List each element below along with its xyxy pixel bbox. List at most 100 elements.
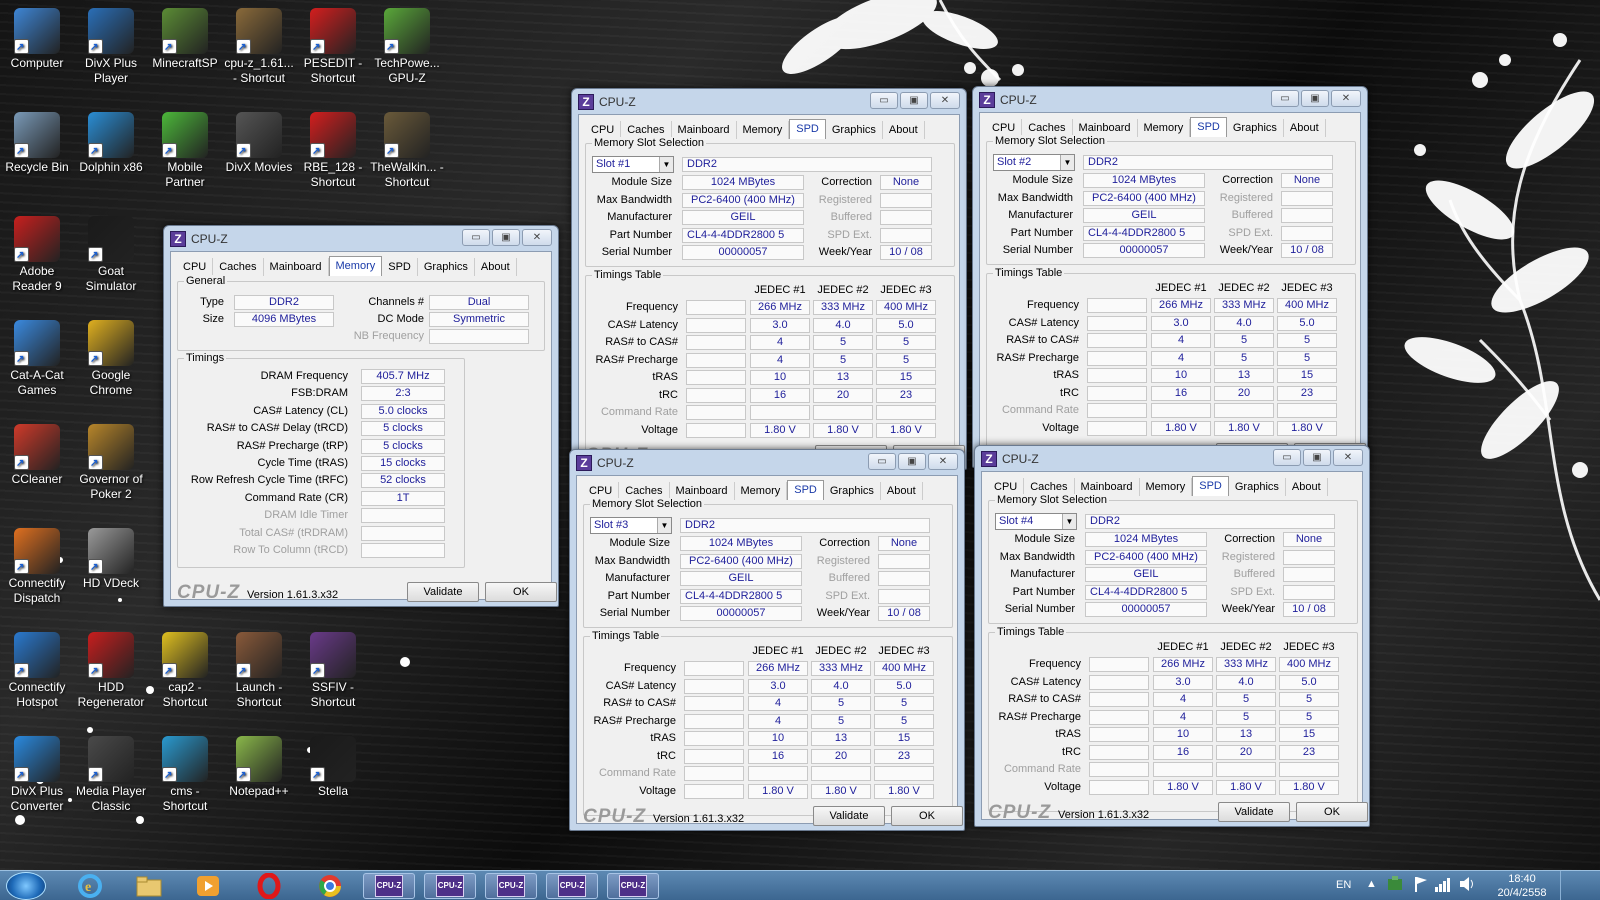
desktop-icon[interactable]: ↗ PESEDIT - Shortcut: [296, 6, 370, 86]
desktop-icon[interactable]: ↗ TechPowe... GPU-Z: [370, 6, 444, 86]
maximize-button[interactable]: ▣: [1301, 90, 1329, 107]
title-bar[interactable]: Z CPU-Z ▭ ▣ ✕: [981, 446, 1363, 471]
explorer-icon[interactable]: [123, 873, 175, 899]
show-hidden-icons[interactable]: ▲: [1366, 878, 1377, 890]
show-desktop-button[interactable]: [1560, 871, 1600, 900]
minimize-button[interactable]: ▭: [868, 453, 896, 470]
tab-graphics[interactable]: Graphics: [1229, 478, 1286, 496]
network-app-tray-icon[interactable]: [1386, 875, 1404, 896]
desktop-icon[interactable]: ↗ MinecraftSP: [148, 6, 222, 71]
desktop-icon[interactable]: ↗ TheWalkin... - Shortcut: [370, 110, 444, 190]
desktop-icon[interactable]: ↗ CCleaner: [0, 422, 74, 487]
desktop-icon[interactable]: ↗ Media Player Classic: [74, 734, 148, 814]
close-button[interactable]: ✕: [1333, 449, 1363, 466]
chevron-down-icon[interactable]: ▼: [657, 518, 671, 533]
tab-spd[interactable]: SPD: [382, 258, 418, 276]
ok-button[interactable]: OK: [891, 806, 963, 826]
desktop-icon[interactable]: ↗ Adobe Reader 9: [0, 214, 74, 294]
close-button[interactable]: ✕: [522, 229, 552, 246]
tab-spd[interactable]: SPD: [1190, 117, 1227, 137]
ok-button[interactable]: OK: [485, 582, 557, 602]
chevron-down-icon[interactable]: ▼: [1060, 155, 1074, 170]
tab-memory[interactable]: Memory: [1138, 119, 1191, 137]
desktop-icon[interactable]: ↗ Launch - Shortcut: [222, 630, 296, 710]
maximize-button[interactable]: ▣: [492, 229, 520, 246]
tab-about[interactable]: About: [881, 482, 923, 500]
minimize-button[interactable]: ▭: [870, 92, 898, 109]
minimize-button[interactable]: ▭: [462, 229, 490, 246]
network-icon[interactable]: [1434, 875, 1452, 896]
close-button[interactable]: ✕: [930, 92, 960, 109]
validate-button[interactable]: Validate: [1218, 802, 1290, 822]
desktop-icon[interactable]: ↗ DivX Plus Converter: [0, 734, 74, 814]
cpuz-spd-window[interactable]: Z CPU-Z ▭ ▣ ✕ CPU Caches Mainboard Memory SPD Grap…: [571, 88, 967, 470]
desktop-icon[interactable]: ↗ HDD Regenerator: [74, 630, 148, 710]
validate-button[interactable]: Validate: [407, 582, 479, 602]
tab-caches[interactable]: Caches: [213, 258, 264, 276]
desktop-icon[interactable]: ↗ Connectify Dispatch: [0, 526, 74, 606]
tab-about[interactable]: About: [883, 121, 925, 139]
tab-graphics[interactable]: Graphics: [1227, 119, 1284, 137]
taskbar-cpuz-button[interactable]: CPU-Z: [485, 873, 537, 899]
desktop-icon[interactable]: ↗ Stella: [296, 734, 370, 799]
close-button[interactable]: ✕: [1331, 90, 1361, 107]
tab-mainboard[interactable]: Mainboard: [264, 258, 329, 276]
slot-select[interactable]: Slot #4 ▼: [995, 513, 1077, 530]
tab-about[interactable]: About: [1284, 119, 1326, 137]
tab-memory[interactable]: Memory: [735, 482, 788, 500]
tab-graphics[interactable]: Graphics: [418, 258, 475, 276]
cpuz-memory-window[interactable]: Z CPU-Z ▭ ▣ ✕ CPU Caches Mainboard Memory SP…: [163, 225, 559, 607]
minimize-button[interactable]: ▭: [1271, 90, 1299, 107]
desktop-icon[interactable]: ↗ RBE_128 - Shortcut: [296, 110, 370, 190]
desktop-icon[interactable]: ↗ Goat Simulator: [74, 214, 148, 294]
title-bar[interactable]: Z CPU-Z ▭ ▣ ✕: [576, 450, 958, 475]
title-bar[interactable]: Z CPU-Z ▭ ▣ ✕: [979, 87, 1361, 112]
cpuz-spd-window[interactable]: Z CPU-Z ▭ ▣ ✕ CPU Caches Mainboard Memory SPD Grap…: [569, 449, 965, 831]
tab-spd[interactable]: SPD: [787, 480, 824, 500]
tab-cpu[interactable]: CPU: [177, 258, 214, 276]
close-button[interactable]: ✕: [928, 453, 958, 470]
action-center-icon[interactable]: [1412, 875, 1428, 896]
chrome-icon[interactable]: [304, 873, 356, 899]
minimize-button[interactable]: ▭: [1273, 449, 1301, 466]
maximize-button[interactable]: ▣: [1303, 449, 1331, 466]
desktop-icon[interactable]: ↗ cap2 - Shortcut: [148, 630, 222, 710]
start-button[interactable]: [6, 872, 46, 900]
desktop-icon[interactable]: ↗ DivX Plus Player: [74, 6, 148, 86]
validate-button[interactable]: Validate: [813, 806, 885, 826]
tab-memory[interactable]: Memory: [1140, 478, 1193, 496]
media-player-icon[interactable]: [182, 873, 234, 899]
desktop-icon[interactable]: ↗ Connectify Hotspot: [0, 630, 74, 710]
taskbar-cpuz-button[interactable]: CPU-Z: [363, 873, 415, 899]
tab-about[interactable]: About: [475, 258, 517, 276]
desktop-icon[interactable]: ↗ Notepad++: [222, 734, 296, 799]
ie-icon[interactable]: e: [64, 873, 116, 899]
taskbar-cpuz-button[interactable]: CPU-Z: [546, 873, 598, 899]
tab-graphics[interactable]: Graphics: [826, 121, 883, 139]
tab-spd[interactable]: SPD: [1192, 476, 1229, 496]
tab-graphics[interactable]: Graphics: [824, 482, 881, 500]
desktop-icon[interactable]: ↗ Google Chrome: [74, 318, 148, 398]
desktop-icon[interactable]: ↗ Mobile Partner: [148, 110, 222, 190]
tab-about[interactable]: About: [1286, 478, 1328, 496]
title-bar[interactable]: Z CPU-Z ▭ ▣ ✕: [170, 226, 552, 251]
desktop-icon[interactable]: ↗ cpu-z_1.61... - Shortcut: [222, 6, 296, 86]
opera-icon[interactable]: [243, 873, 295, 899]
taskbar-cpuz-button[interactable]: CPU-Z: [424, 873, 476, 899]
maximize-button[interactable]: ▣: [898, 453, 926, 470]
desktop-icon[interactable]: ↗ HD VDeck: [74, 526, 148, 591]
desktop-icon[interactable]: ↗ SSFIV - Shortcut: [296, 630, 370, 710]
desktop-icon[interactable]: ↗ Computer: [0, 6, 74, 71]
slot-select[interactable]: Slot #1 ▼: [592, 156, 674, 173]
ok-button[interactable]: OK: [1296, 802, 1368, 822]
cpuz-spd-window[interactable]: Z CPU-Z ▭ ▣ ✕ CPU Caches Mainboard Memory SPD Grap…: [974, 445, 1370, 827]
desktop-icon[interactable]: ↗ Recycle Bin: [0, 110, 74, 175]
chevron-down-icon[interactable]: ▼: [1062, 514, 1076, 529]
desktop-icon[interactable]: ↗ Governor of Poker 2: [74, 422, 148, 502]
tab-memory[interactable]: Memory: [328, 256, 383, 276]
desktop-icon[interactable]: ↗ Dolphin x86: [74, 110, 148, 175]
tab-memory[interactable]: Memory: [737, 121, 790, 139]
title-bar[interactable]: Z CPU-Z ▭ ▣ ✕: [578, 89, 960, 114]
clock-date[interactable]: 20/4/2558: [1490, 887, 1554, 899]
desktop-icon[interactable]: ↗ cms - Shortcut: [148, 734, 222, 814]
